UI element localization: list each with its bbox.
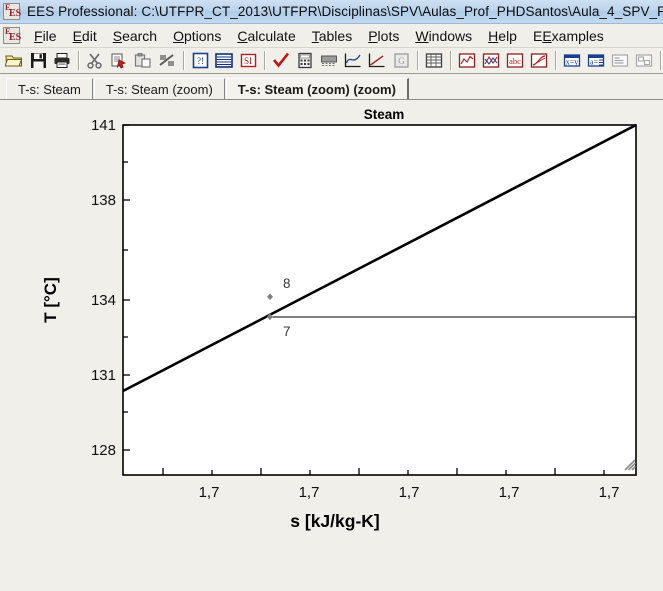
svg-text:a=: a= (590, 58, 599, 67)
menu-label-tables: ables (318, 27, 353, 44)
menu-accel-plots: P (368, 27, 378, 44)
menu-accel-options: O (173, 27, 184, 44)
menu-label-edit: dit (81, 27, 97, 44)
solve-table-icon[interactable] (318, 50, 340, 72)
curve-fit-plot-icon[interactable] (528, 50, 550, 72)
menu-item-file[interactable]: File (26, 26, 65, 46)
print-icon[interactable] (51, 50, 73, 72)
ts-diagram-plot[interactable]: Steam 8 7 141 138 134 131 128 T [°C] 1,7… (0, 100, 663, 591)
format-icon[interactable]: G (390, 50, 412, 72)
tab-ts-steam-zoom-zoom[interactable]: T-s: Steam (zoom) (zoom) (225, 78, 409, 99)
equations-table-icon[interactable] (213, 50, 235, 72)
menu-accel-tables: T (311, 27, 319, 44)
overlay-plot-icon[interactable] (480, 50, 502, 72)
toolbar-separator-4 (417, 51, 419, 70)
si-units-icon[interactable]: SI (237, 50, 259, 72)
plot-title: Steam (364, 107, 405, 122)
menu-accel-edit: E (72, 27, 82, 44)
paste-icon[interactable] (132, 50, 154, 72)
curve-fit-icon[interactable] (366, 50, 388, 72)
svg-text:abc: abc (509, 56, 521, 66)
save-disk-icon[interactable] (27, 50, 49, 72)
diagram-icon[interactable] (633, 50, 655, 72)
x-tick-label-2: 1,7 (399, 484, 420, 501)
toolbar: ?! SI G abc x=y a= (0, 48, 663, 74)
plot-inner-background (123, 125, 636, 475)
menu-prefix-examples: E (532, 27, 543, 44)
menu-item-search[interactable]: Search (105, 26, 165, 46)
list-icon[interactable] (609, 50, 631, 72)
x-axis-title: s [kJ/kg-K] (290, 511, 379, 531)
menu-item-help[interactable]: Help (480, 26, 525, 46)
menu-label-examples: xamples (551, 27, 604, 44)
check-equations-icon[interactable] (270, 50, 292, 72)
svg-text:G: G (398, 56, 405, 66)
calculator-icon[interactable] (294, 50, 316, 72)
menu-label-options: ptions (183, 27, 222, 44)
menu-label-calculate: alculate (247, 27, 296, 44)
toolbar-separator-5 (450, 51, 452, 70)
y-tick-label-131: 131 (91, 367, 116, 384)
y-tick-label-141: 141 (91, 117, 116, 134)
toolbar-separator-2 (183, 51, 185, 70)
menu-item-edit[interactable]: Edit (65, 26, 105, 46)
y-tick-label-128: 128 (91, 442, 116, 459)
tab-ts-steam[interactable]: T-s: Steam (6, 78, 93, 99)
toolbar-separator-3 (264, 51, 266, 70)
toolbar-separator-6 (555, 51, 557, 70)
xyz-plot-icon[interactable]: a= (585, 50, 607, 72)
menu-accel-examples: E (542, 27, 552, 44)
menu-item-calculate[interactable]: Calculate (229, 26, 303, 46)
svg-text:x=y: x=y (566, 58, 579, 67)
plot-canvas-area[interactable]: Steam 8 7 141 138 134 131 128 T [°C] 1,7… (0, 100, 663, 591)
menu-label-windows: indows (428, 27, 473, 44)
menu-item-options[interactable]: Options (165, 26, 229, 46)
x-tick-label-1: 1,7 (299, 484, 320, 501)
x-tick-label-3: 1,7 (499, 484, 520, 501)
x-tick-label-4: 1,7 (599, 484, 620, 501)
ees-menu-logo-bottom: ES (9, 32, 22, 43)
ees-app-icon: E ES (3, 3, 22, 20)
window-title-bar: E ES EES Professional: C:\UTFPR_CT_2013\… (0, 0, 663, 24)
ees-menu-icon[interactable]: E ES (3, 27, 22, 44)
property-plot-icon[interactable]: abc (504, 50, 526, 72)
menu-accel-calculate: C (237, 27, 248, 44)
delete-icon[interactable] (156, 50, 178, 72)
tab-ts-steam-zoom[interactable]: T-s: Steam (zoom) (93, 78, 225, 99)
menu-bar: E ES File Edit Search Options Calculate … (0, 24, 663, 48)
ees-logo-bottom: ES (9, 8, 22, 19)
units-icon[interactable]: ?! (189, 50, 211, 72)
menu-accel-help: H (488, 27, 499, 44)
state-point-7-label: 7 (283, 324, 291, 339)
y-tick-label-138: 138 (91, 192, 116, 209)
x-tick-label-0: 1,7 (199, 484, 220, 501)
cut-icon[interactable] (84, 50, 106, 72)
menu-item-tables[interactable]: Tables (304, 26, 360, 46)
menu-accel-file: F (34, 27, 43, 44)
menu-item-examples[interactable]: EExamples (525, 26, 612, 46)
svg-text:?!: ?! (197, 56, 204, 66)
y-axis-title: T [°C] (41, 277, 60, 323)
plot-tab-bar: T-s: Steam T-s: Steam (zoom) T-s: Steam … (0, 74, 663, 100)
menu-item-plots[interactable]: Plots (360, 26, 407, 46)
state-point-8-label: 8 (283, 276, 291, 291)
menu-accel-search: S (112, 27, 123, 44)
plot-curve-icon[interactable] (342, 50, 364, 72)
window-title-text: EES Professional: C:\UTFPR_CT_2013\UTFPR… (27, 4, 663, 19)
copy-paste-icon[interactable] (108, 50, 130, 72)
xy-plot-icon[interactable]: x=y (561, 50, 583, 72)
toolbar-separator-1 (78, 51, 80, 70)
menu-item-windows[interactable]: Windows (407, 26, 480, 46)
toolbar-separator-7 (660, 51, 662, 70)
menu-accel-windows: W (415, 27, 429, 44)
svg-text:SI: SI (243, 56, 251, 66)
menu-label-help: elp (498, 27, 517, 44)
menu-label-plots: lots (377, 27, 400, 44)
menu-label-search: earch (122, 27, 158, 44)
new-plot-icon[interactable] (456, 50, 478, 72)
menu-label-file: ile (42, 27, 57, 44)
parametric-table-icon[interactable] (423, 50, 445, 72)
y-tick-label-134: 134 (91, 292, 116, 309)
open-folder-icon[interactable] (3, 50, 25, 72)
